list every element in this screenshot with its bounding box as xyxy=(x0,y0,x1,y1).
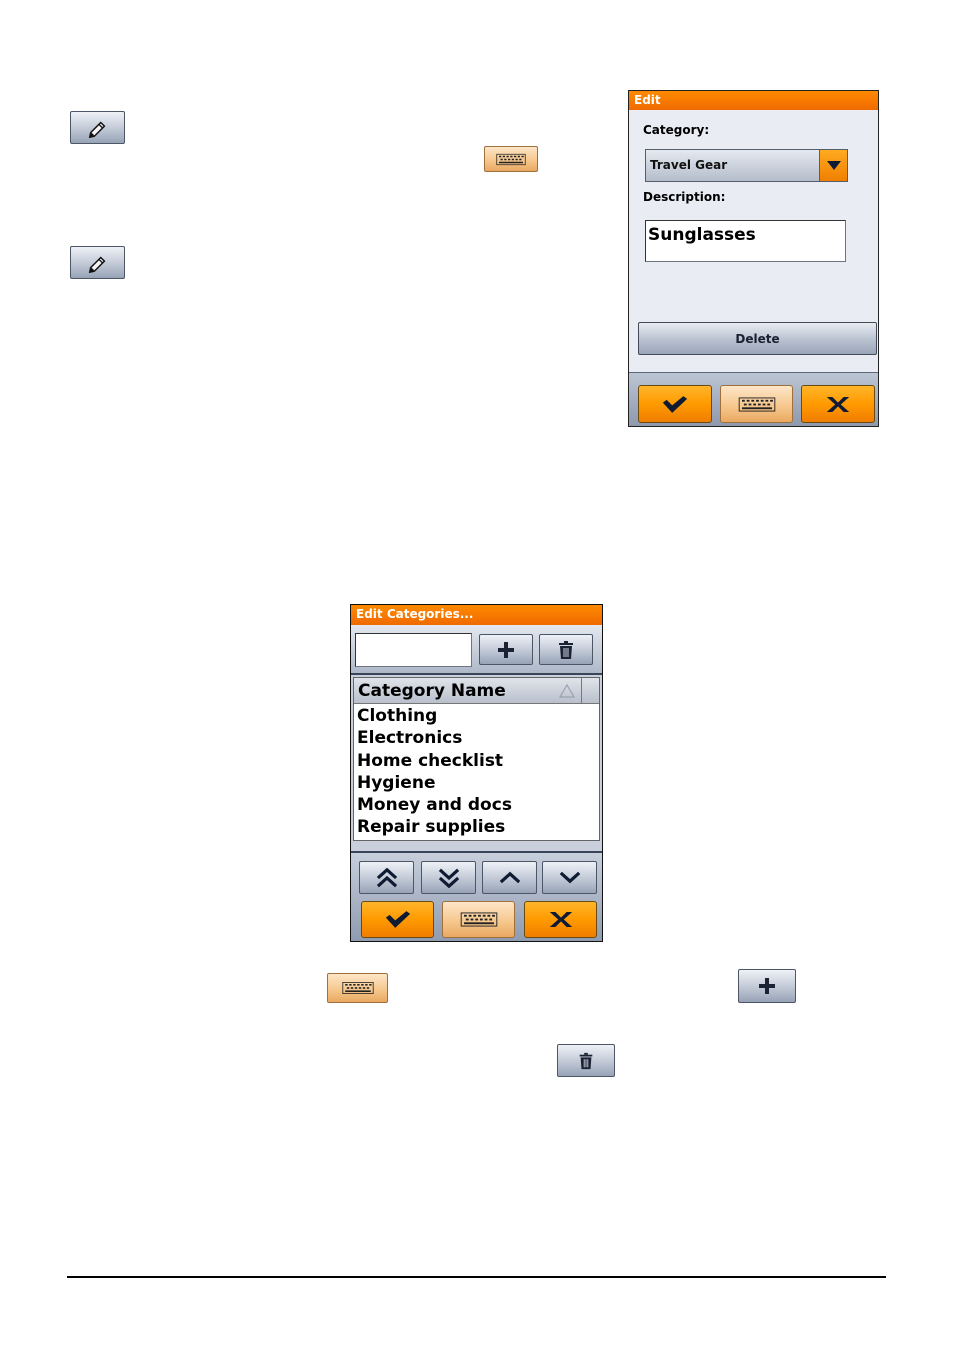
description-input[interactable]: Sunglasses xyxy=(645,220,846,262)
keyboard-icon xyxy=(738,397,776,412)
add-button[interactable] xyxy=(738,969,796,1003)
add-category-button[interactable] xyxy=(479,634,533,665)
cancel-button[interactable] xyxy=(801,385,875,423)
keyboard-icon xyxy=(342,981,374,995)
checkmark-icon xyxy=(661,395,689,414)
delete-category-button[interactable] xyxy=(539,634,593,665)
list-item[interactable]: Clothing xyxy=(354,705,599,727)
move-bottom-button[interactable] xyxy=(421,861,476,894)
dialog-title: Edit xyxy=(629,91,878,110)
x-icon xyxy=(547,910,575,929)
checkmark-icon xyxy=(384,910,412,929)
plus-icon xyxy=(757,976,777,996)
keyboard-button[interactable] xyxy=(484,146,538,172)
trash-icon xyxy=(556,640,576,660)
chevron-up-icon xyxy=(499,871,521,884)
delete-button[interactable] xyxy=(557,1044,615,1077)
pencil-icon xyxy=(87,117,109,139)
new-category-input[interactable] xyxy=(355,633,472,667)
list-item[interactable]: Money and docs xyxy=(354,794,599,816)
category-label: Category: xyxy=(643,123,710,137)
header-spacer xyxy=(581,678,599,704)
dialog-toolbar xyxy=(629,372,878,426)
description-label: Description: xyxy=(643,190,726,204)
trash-icon xyxy=(577,1052,595,1070)
ok-button[interactable] xyxy=(361,901,434,938)
double-chevron-down-icon xyxy=(438,868,460,888)
pencil-icon xyxy=(87,252,109,274)
dialog-title: Edit Categories... xyxy=(351,605,602,625)
list-item[interactable]: Hygiene xyxy=(354,772,599,794)
category-list: Category Name Clothing Electronics Home … xyxy=(353,677,600,841)
sort-ascending-icon xyxy=(559,684,575,698)
column-header-label: Category Name xyxy=(358,681,506,701)
column-header[interactable]: Category Name xyxy=(354,678,581,704)
edit-button[interactable] xyxy=(70,111,125,144)
edit-button-2[interactable] xyxy=(70,246,125,279)
double-chevron-up-icon xyxy=(376,868,398,888)
keyboard-button[interactable] xyxy=(327,973,388,1003)
edit-categories-dialog: Edit Categories... Category Name Clothin… xyxy=(350,604,603,942)
category-dropdown[interactable]: Travel Gear xyxy=(645,149,848,182)
delete-button[interactable]: Delete xyxy=(638,322,877,355)
keyboard-button[interactable] xyxy=(720,385,793,423)
keyboard-button[interactable] xyxy=(442,901,515,938)
move-top-button[interactable] xyxy=(359,861,414,894)
keyboard-icon xyxy=(460,912,498,927)
footer-divider xyxy=(67,1276,886,1278)
list-item[interactable]: Electronics xyxy=(354,727,599,749)
plus-icon xyxy=(496,640,516,660)
move-up-button[interactable] xyxy=(482,861,537,894)
chevron-down-icon xyxy=(559,871,581,884)
x-icon xyxy=(824,395,852,414)
edit-dialog: Edit Category: Travel Gear Description: … xyxy=(628,90,879,427)
chevron-down-icon[interactable] xyxy=(819,150,847,181)
input-row xyxy=(351,625,602,675)
list-item[interactable]: Home checklist xyxy=(354,750,599,772)
list-item[interactable]: Repair supplies xyxy=(354,816,599,838)
cancel-button[interactable] xyxy=(524,901,597,938)
dialog-toolbar xyxy=(351,851,602,941)
category-value: Travel Gear xyxy=(650,158,728,172)
ok-button[interactable] xyxy=(638,385,712,423)
move-down-button[interactable] xyxy=(542,861,597,894)
keyboard-icon xyxy=(496,153,526,166)
